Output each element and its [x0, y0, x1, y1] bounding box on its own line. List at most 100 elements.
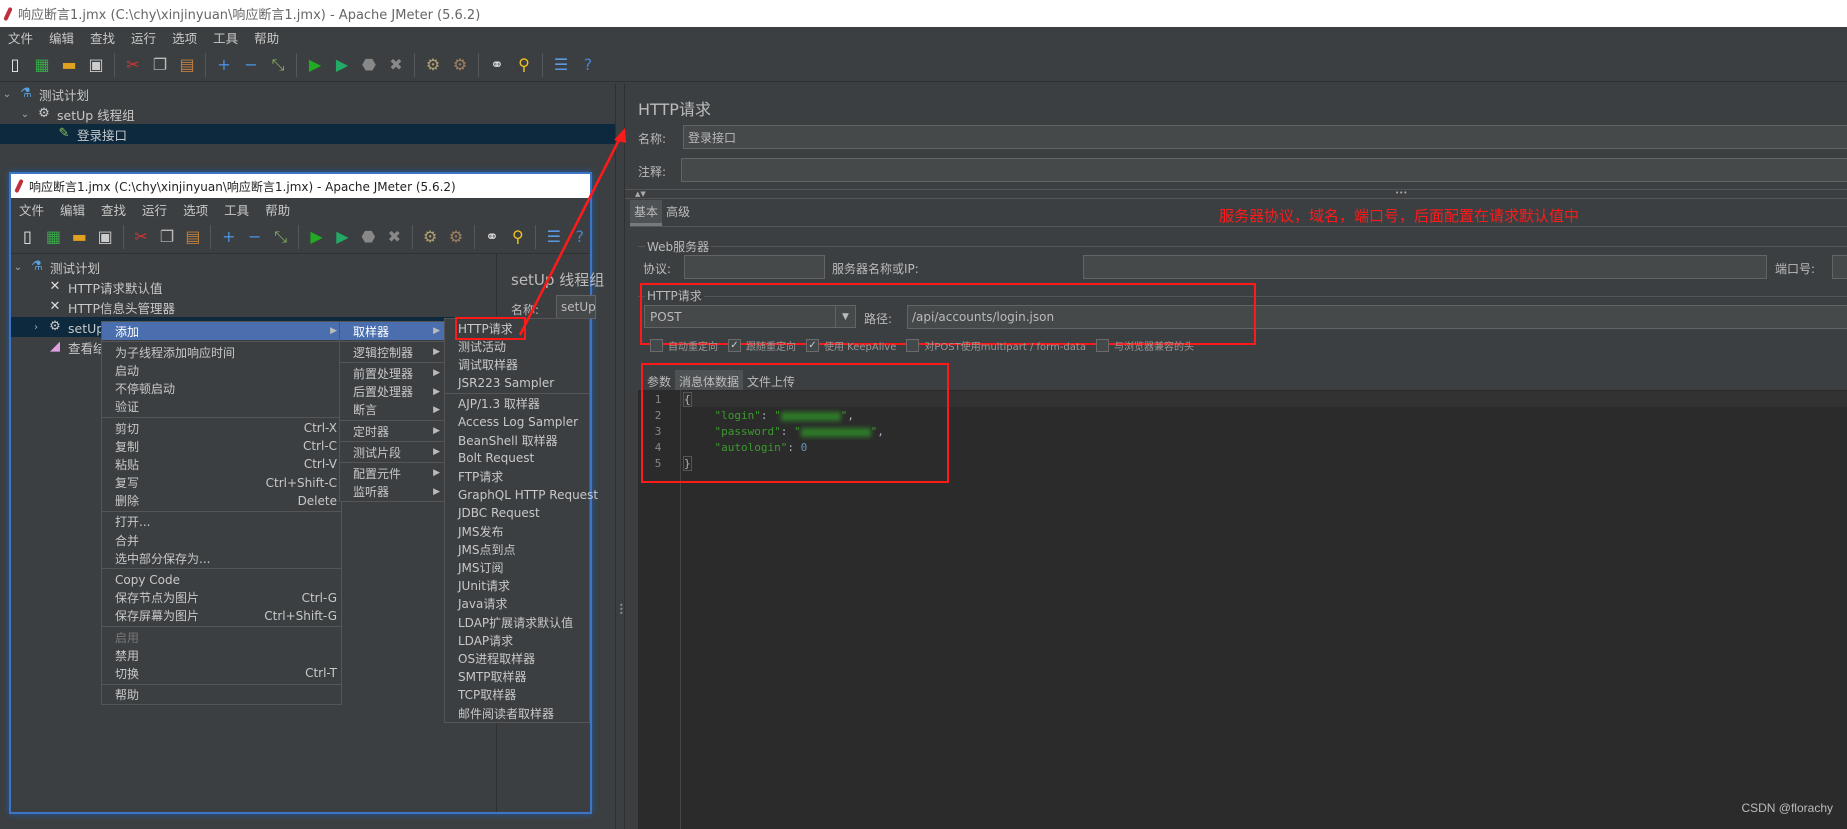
chevron-down-icon[interactable]: ⌄ — [18, 109, 32, 120]
menu-item-beanshell[interactable]: BeanShell 取样器 — [445, 431, 589, 449]
menu-5[interactable]: 工具 — [216, 200, 257, 219]
menu-item-copy-code[interactable]: Copy Code — [102, 570, 341, 588]
checkbox-post-multipart-form-data[interactable]: 对POST使用multipart / form-data — [906, 338, 1086, 353]
copy-button[interactable]: ❐ — [149, 54, 171, 76]
checkbox-item[interactable]: 与浏览器兼容的头 — [1095, 338, 1194, 353]
help-button[interactable]: ? — [569, 226, 590, 248]
templates-button[interactable]: ▦ — [31, 54, 53, 76]
stop-button[interactable]: ⬣ — [358, 54, 380, 76]
menu-item-item[interactable]: 测试活动 — [445, 337, 589, 355]
menu-4[interactable]: 选项 — [175, 200, 216, 219]
menu-item-item[interactable]: 启动 — [102, 361, 341, 379]
chevron-down-icon[interactable]: ⌄ — [0, 89, 14, 100]
templates-button[interactable]: ▦ — [43, 226, 64, 248]
menu-6[interactable]: 帮助 — [246, 28, 287, 47]
menu-item-item[interactable]: 监听器 ▶ — [340, 483, 444, 501]
menu-item-item[interactable]: 打开... — [102, 513, 341, 531]
tree-item-setup-thread-group[interactable]: ⌄ ⚙ setUp 线程组 — [0, 104, 615, 124]
search-button[interactable]: ⚭ — [486, 54, 508, 76]
menu-item-ajp-1-3[interactable]: AJP/1.3 取样器 — [445, 395, 589, 413]
paste-button[interactable]: ▤ — [182, 226, 203, 248]
inner-tree-item[interactable]: ✕ HTTP信息头管理器 — [11, 297, 496, 317]
checkbox-item[interactable]: ✓ 跟随重定向 — [728, 338, 796, 353]
menu-item-item[interactable]: 切换 Ctrl-T — [102, 664, 341, 682]
tab-advanced[interactable]: 高级 — [662, 200, 694, 226]
menu-item-item[interactable]: 取样器 ▶ — [340, 322, 444, 341]
menu-3[interactable]: 运行 — [123, 28, 164, 47]
new-button[interactable]: ▯ — [17, 226, 38, 248]
menu-item-item[interactable]: 禁用 — [102, 646, 341, 664]
cut-button[interactable]: ✂ — [131, 226, 152, 248]
menu-item-bolt-request[interactable]: Bolt Request — [445, 449, 589, 467]
menu-item-java[interactable]: Java请求 — [445, 595, 589, 613]
menu-item-junit[interactable]: JUnit请求 — [445, 577, 589, 595]
menu-item-jms[interactable]: JMS点到点 — [445, 540, 589, 558]
paste-button[interactable]: ▤ — [176, 54, 198, 76]
toggle-button[interactable]: ⤡ — [270, 226, 291, 248]
inner-tree-item[interactable]: ⌄ ⚗ 测试计划 — [11, 257, 496, 277]
menu-item-item[interactable]: 定时器 ▶ — [340, 422, 444, 440]
start-no-pause-button[interactable]: ▶ — [332, 226, 353, 248]
name-input[interactable]: 登录接口 — [683, 125, 1847, 149]
inner-name-input[interactable]: setUp — [556, 295, 596, 319]
toggle-button[interactable]: ⤡ — [267, 54, 289, 76]
menu-2[interactable]: 查找 — [93, 200, 134, 219]
menu-item-item[interactable]: 邮件阅读者取样器 — [445, 704, 589, 722]
menu-item-item[interactable]: 复制 Ctrl-C — [102, 437, 341, 455]
shutdown-button[interactable]: ✖ — [384, 226, 405, 248]
start-button[interactable]: ▶ — [304, 54, 326, 76]
menu-item-item[interactable]: 调试取样器 — [445, 355, 589, 373]
collapse-button[interactable]: − — [240, 54, 262, 76]
menu-item-item[interactable]: 删除 Delete — [102, 492, 341, 510]
cut-button[interactable]: ✂ — [122, 54, 144, 76]
menu-item-item[interactable]: 帮助 — [102, 686, 341, 704]
menu-item-os[interactable]: OS进程取样器 — [445, 649, 589, 667]
menu-item-item[interactable]: 测试片段 ▶ — [340, 443, 444, 461]
server-input[interactable] — [1083, 255, 1767, 279]
menu-3[interactable]: 运行 — [134, 200, 175, 219]
chevron-down-icon[interactable]: ⌄ — [11, 262, 25, 273]
open-button[interactable]: ▬ — [58, 54, 80, 76]
protocol-input[interactable] — [684, 255, 825, 279]
menu-item-jms[interactable]: JMS发布 — [445, 522, 589, 540]
shutdown-button[interactable]: ✖ — [385, 54, 407, 76]
clear-all-button[interactable]: ⚙ — [449, 54, 471, 76]
menu-item-item[interactable]: 粘贴 Ctrl-V — [102, 455, 341, 473]
menu-item-item[interactable]: 前置处理器 ▶ — [340, 364, 444, 382]
split-bar[interactable]: ▲▼ ••• — [625, 189, 1847, 199]
menu-6[interactable]: 帮助 — [257, 200, 298, 219]
menu-5[interactable]: 工具 — [205, 28, 246, 47]
stop-button[interactable]: ⬣ — [358, 226, 379, 248]
reset-search-button[interactable]: ⚲ — [507, 226, 528, 248]
checkbox-keepalive[interactable]: ✓ 使用 KeepAlive — [806, 338, 896, 353]
collapse-button[interactable]: − — [244, 226, 265, 248]
menu-item-smtp[interactable]: SMTP取样器 — [445, 668, 589, 686]
clear-button[interactable]: ⚙ — [420, 226, 441, 248]
tree-item-login-api[interactable]: ✎ 登录接口 — [0, 124, 615, 144]
menu-item-graphql-http-request[interactable]: GraphQL HTTP Request — [445, 486, 598, 504]
menu-1[interactable]: 编辑 — [52, 200, 93, 219]
menu-0[interactable]: 文件 — [11, 200, 52, 219]
menu-4[interactable]: 选项 — [164, 28, 205, 47]
menu-item-item[interactable]: 复写 Ctrl+Shift-C — [102, 474, 341, 492]
chevron-right-icon[interactable]: › — [29, 322, 43, 333]
expand-button[interactable]: + — [213, 54, 235, 76]
menu-item-jsr223-sampler[interactable]: JSR223 Sampler — [445, 374, 589, 392]
start-button[interactable]: ▶ — [306, 226, 327, 248]
clear-button[interactable]: ⚙ — [422, 54, 444, 76]
menu-item-item[interactable]: 合并 — [102, 531, 341, 549]
start-no-pause-button[interactable]: ▶ — [331, 54, 353, 76]
menu-item-item[interactable]: 断言 ▶ — [340, 401, 444, 419]
menu-item-item[interactable]: 后置处理器 ▶ — [340, 383, 444, 401]
menu-item-http[interactable]: HTTP请求 — [445, 316, 589, 340]
split-pane-divider[interactable]: • • • — [615, 84, 625, 829]
menu-item-item[interactable]: 逻辑控制器 ▶ — [340, 343, 444, 361]
comment-input[interactable] — [681, 158, 1847, 182]
menu-item-item[interactable]: 保存屏幕为图片 Ctrl+Shift-G — [102, 607, 341, 625]
menu-item-item[interactable]: 为子线程添加响应时间 — [102, 343, 341, 361]
reset-search-button[interactable]: ⚲ — [513, 54, 535, 76]
menu-1[interactable]: 编辑 — [41, 28, 82, 47]
new-button[interactable]: ▯ — [4, 54, 26, 76]
function-helper-button[interactable]: ☰ — [543, 226, 564, 248]
menu-item-access-log-sampler[interactable]: Access Log Sampler — [445, 413, 589, 431]
